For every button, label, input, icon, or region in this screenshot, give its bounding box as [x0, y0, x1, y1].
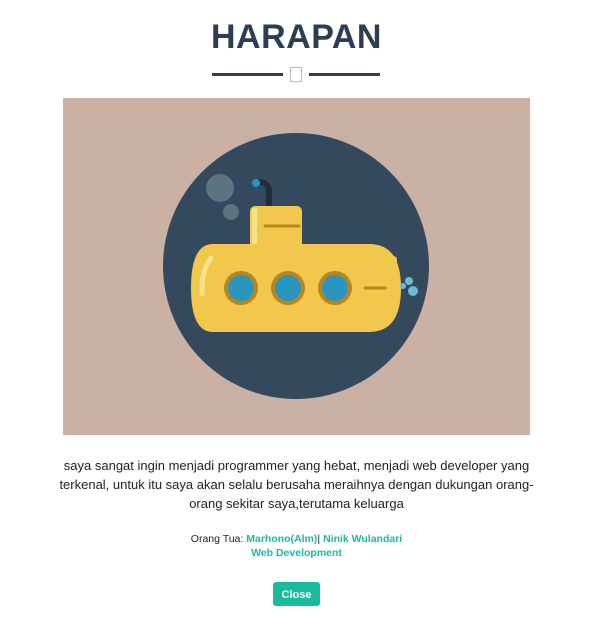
portfolio-image — [63, 98, 530, 435]
divider-line-right — [309, 73, 380, 76]
title-divider — [0, 63, 593, 85]
portfolio-meta: Orang Tua: Marhono(Alm)| Ninik Wulandari… — [0, 532, 593, 560]
portfolio-description: saya sangat ingin menjadi programmer yan… — [59, 458, 534, 511]
mother-link[interactable]: Ninik Wulandari — [323, 533, 402, 545]
star-icon — [290, 67, 302, 82]
father-link[interactable]: Marhono(Alm) — [246, 533, 317, 545]
submarine-illustration — [63, 98, 530, 435]
divider-line-left — [212, 73, 283, 76]
parents-label: Orang Tua: — [190, 533, 244, 545]
meta-separator: | — [317, 533, 321, 545]
category-link[interactable]: Web Development — [251, 547, 342, 559]
modal-title: HARAPAN — [211, 18, 382, 56]
close-button[interactable]: Close — [273, 582, 320, 606]
